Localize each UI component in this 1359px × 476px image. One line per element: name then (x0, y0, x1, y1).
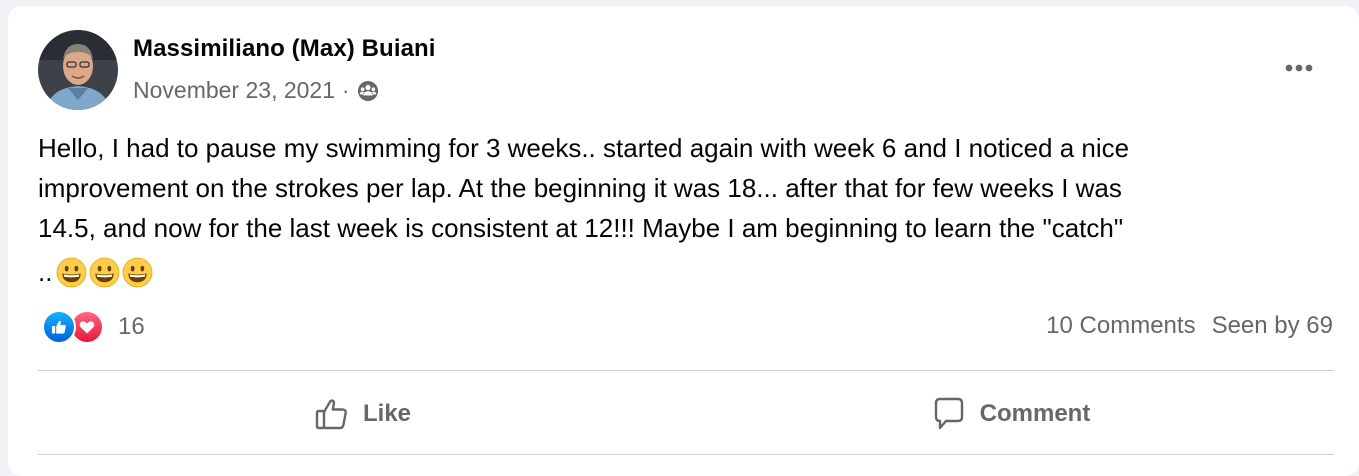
actions-divider-top (38, 370, 1334, 371)
meta-separator: · (342, 77, 350, 103)
post-date[interactable]: November 23, 2021 (133, 77, 335, 104)
like-button-label: Like (362, 400, 412, 427)
seen-by-link[interactable]: Seen by 69 (1212, 312, 1333, 340)
grinning-face-emoji (90, 257, 120, 287)
post-actions-bar: Like Comment (38, 384, 1334, 444)
author-name[interactable]: Massimiliano (Max) Buiani (133, 35, 436, 63)
more-dots-icon (1285, 64, 1313, 72)
comments-count-link[interactable]: 10 Comments (1046, 312, 1195, 340)
grinning-face-emoji (57, 257, 87, 287)
like-button[interactable]: Like (38, 384, 686, 444)
author-avatar[interactable] (38, 30, 118, 110)
actions-divider-bottom (38, 454, 1334, 455)
grinning-face-emoji (123, 257, 153, 287)
reactions-summary[interactable]: 16 (42, 310, 145, 344)
post-card: Massimiliano (Max) Buiani November 23, 2… (8, 6, 1359, 476)
comment-button[interactable]: Comment (686, 384, 1334, 444)
more-options-button[interactable] (1276, 50, 1322, 86)
group-icon (356, 79, 380, 103)
post-stats: 10 Comments Seen by 69 (1046, 312, 1333, 340)
post-body-emojis: .. (38, 256, 155, 288)
comment-bubble-icon (934, 397, 963, 430)
post-body-text: Hello, I had to pause my swimming for 3 … (38, 133, 1130, 243)
thumbs-up-icon (315, 399, 347, 430)
post-meta: November 23, 2021 · (133, 77, 380, 104)
post-body-tail: .. (38, 256, 53, 287)
reaction-count: 16 (118, 313, 145, 340)
comment-button-label: Comment (979, 400, 1091, 427)
like-reaction-icon (42, 310, 76, 344)
